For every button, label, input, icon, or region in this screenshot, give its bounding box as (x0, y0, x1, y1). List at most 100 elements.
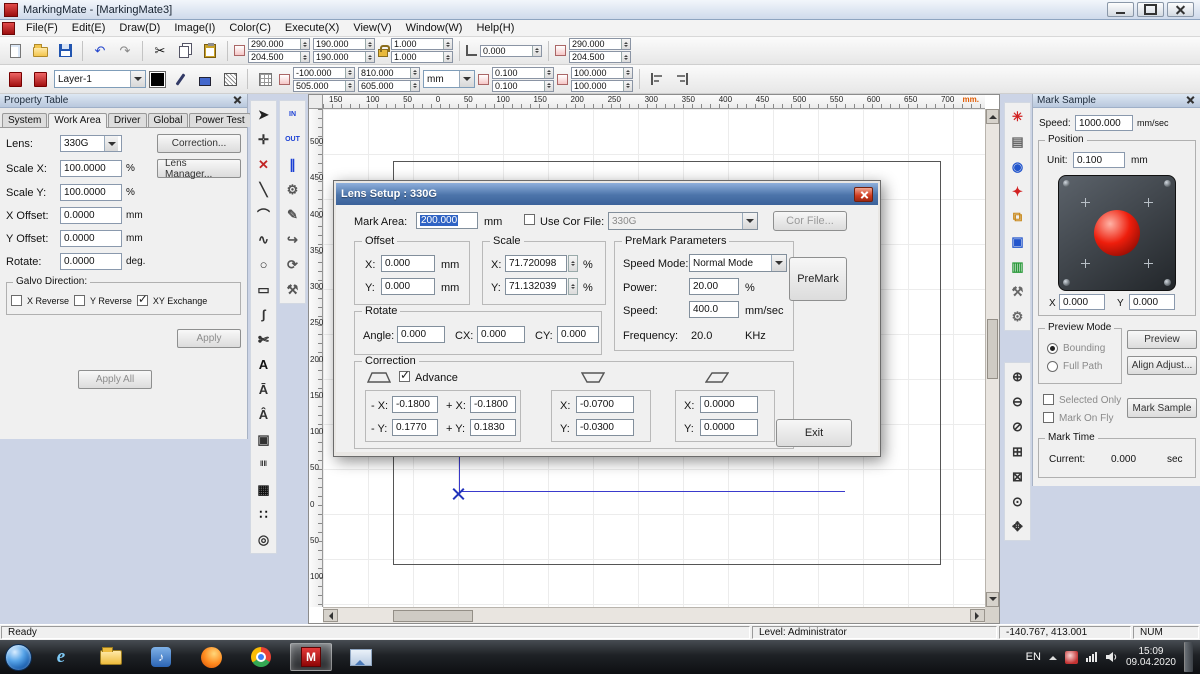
zoom-window-icon[interactable]: ⊞ (1007, 441, 1028, 462)
dot-matrix-tool-icon[interactable]: ∷ (253, 504, 274, 525)
scale-x-input[interactable]: 100.0000 (60, 160, 122, 177)
speed-input[interactable]: 1000.000 (1075, 115, 1133, 131)
tab-power-test[interactable]: Power Test (189, 113, 250, 127)
spinner[interactable] (621, 52, 630, 62)
view-h-field[interactable]: 605.000 (358, 80, 420, 92)
view-y-field[interactable]: 505.000 (293, 80, 355, 92)
cor-file-select[interactable]: 330G (608, 212, 758, 230)
spinner[interactable] (568, 255, 578, 272)
menu-edit[interactable]: Edit(E) (65, 21, 113, 35)
spinner[interactable] (300, 52, 309, 62)
zoom-extents-icon[interactable]: ⊠ (1007, 466, 1028, 487)
child-window-icon[interactable] (2, 22, 15, 35)
pan-hand-icon[interactable]: ✥ (1007, 516, 1028, 537)
node-edit-tool-icon[interactable]: ✛ (253, 129, 274, 150)
spinner[interactable] (410, 81, 419, 91)
grid-y-field[interactable]: 0.100 (492, 80, 554, 92)
spinner[interactable] (544, 68, 553, 78)
unit-input[interactable]: 0.100 (1073, 152, 1125, 168)
fill-object-icon[interactable]: ▣ (1007, 231, 1028, 252)
copy-button[interactable] (174, 40, 196, 62)
spinner[interactable] (623, 81, 632, 91)
knife-tool-icon[interactable]: ✄ (253, 329, 274, 350)
jog-ball[interactable] (1094, 210, 1140, 256)
spinner[interactable] (623, 68, 632, 78)
scrollbar-thumb[interactable] (987, 319, 998, 379)
rect-text-tool-icon[interactable]: ▣ (253, 429, 274, 450)
spinner[interactable] (365, 52, 374, 62)
hatch-button[interactable] (219, 68, 241, 90)
laser-pointer-icon[interactable]: ✦ (1007, 181, 1028, 202)
open-button[interactable] (29, 40, 51, 62)
premark-button[interactable]: PreMark (789, 257, 847, 301)
chevron-down-icon[interactable] (771, 255, 786, 271)
rotate-cx-input[interactable]: 0.000 (477, 326, 525, 343)
pos-y-field[interactable]: 204.500 (248, 51, 310, 63)
print-icon[interactable]: ▤ (1007, 131, 1028, 152)
apply-all-button[interactable]: Apply All (78, 370, 152, 389)
scale-x-field[interactable]: 1.000 (391, 38, 453, 50)
taskbar-icon-ie[interactable]: e (40, 643, 82, 671)
spiral-curve-tool-icon[interactable]: ʃ (253, 304, 274, 325)
cut-button[interactable]: ✂ (149, 40, 171, 62)
mark-sample-button[interactable]: Mark Sample (1127, 398, 1197, 418)
chevron-down-icon[interactable] (130, 71, 145, 87)
paste-button[interactable] (199, 40, 221, 62)
bounding-radio[interactable] (1047, 343, 1058, 354)
minimize-button[interactable] (1107, 2, 1134, 17)
mark-preview-icon[interactable]: ✳ (1007, 106, 1028, 127)
keystone-neg-x-input[interactable]: -0.1800 (392, 396, 438, 413)
close-panel-icon[interactable] (1185, 95, 1196, 106)
keystone-neg-y-input[interactable]: 0.1770 (392, 419, 438, 436)
mark-area-input[interactable]: 200.000 (416, 212, 478, 229)
view-x-field[interactable]: -100.000 (293, 67, 355, 79)
pos-x-field[interactable]: 290.000 (248, 38, 310, 50)
exit-button[interactable]: Exit (776, 419, 852, 447)
barrel-x-input[interactable]: -0.0700 (576, 396, 634, 413)
align-adjust-button[interactable]: Align Adjust... (1127, 356, 1197, 375)
text-tool-icon[interactable]: A (253, 354, 274, 375)
apply-button[interactable]: Apply (177, 329, 241, 348)
keystone-pos-x-input[interactable]: -0.1800 (470, 396, 516, 413)
rectangle-tool-icon[interactable]: ▭ (253, 279, 274, 300)
menu-view[interactable]: View(V) (346, 21, 398, 35)
y-offset-input[interactable]: 0.0000 (60, 230, 122, 247)
line-tool-icon[interactable]: ╲ (253, 179, 274, 200)
layer-manager-button[interactable] (4, 68, 26, 90)
menu-draw[interactable]: Draw(D) (112, 21, 167, 35)
dialog-title-bar[interactable]: Lens Setup : 330G (336, 183, 878, 205)
rotate-angle-input[interactable]: 0.000 (397, 326, 445, 343)
center-x-field[interactable]: 290.000 (569, 38, 631, 50)
unit-select[interactable]: mm (423, 70, 475, 88)
menu-execute[interactable]: Execute(X) (278, 21, 346, 35)
zoom-x-field[interactable]: 100.000 (571, 67, 633, 79)
chevron-down-icon[interactable] (459, 71, 474, 87)
lens-manager-button[interactable]: Lens Manager... (157, 159, 241, 178)
scale-y-input[interactable]: 100.0000 (60, 184, 122, 201)
keystone-pos-y-input[interactable]: 0.1830 (470, 419, 516, 436)
clock[interactable]: 15:09 09.04.2020 (1126, 646, 1176, 668)
settings-gear-icon[interactable]: ⚙ (1007, 306, 1028, 327)
y-reverse-checkbox[interactable] (74, 295, 85, 306)
rotate-input[interactable]: 0.0000 (60, 253, 122, 270)
advance-checkbox[interactable] (399, 371, 410, 382)
menu-window[interactable]: Window(W) (399, 21, 470, 35)
spinner[interactable] (544, 81, 553, 91)
scroll-right-button[interactable] (970, 609, 985, 622)
delete-tool-icon[interactable]: ✕ (253, 154, 274, 175)
x-offset-input[interactable]: 0.0000 (60, 207, 122, 224)
selected-only-checkbox[interactable] (1043, 394, 1054, 405)
use-cor-file-checkbox[interactable] (524, 214, 535, 225)
copy-object-icon[interactable]: ⧉ (1007, 206, 1028, 227)
full-path-radio[interactable] (1047, 361, 1058, 372)
taskbar-icon-firefox[interactable] (190, 643, 232, 671)
size-h-field[interactable]: 190.000 (313, 51, 375, 63)
maximize-button[interactable] (1137, 2, 1164, 17)
taskbar-icon-chrome[interactable] (240, 643, 282, 671)
menu-help[interactable]: Help(H) (469, 21, 521, 35)
arc-text-tool-icon[interactable]: Â (253, 404, 274, 425)
chevron-down-icon[interactable] (104, 136, 118, 151)
redo-button[interactable]: ↷ (114, 40, 136, 62)
grid-x-field[interactable]: 0.100 (492, 67, 554, 79)
offset-x-input[interactable]: 0.000 (381, 255, 435, 272)
